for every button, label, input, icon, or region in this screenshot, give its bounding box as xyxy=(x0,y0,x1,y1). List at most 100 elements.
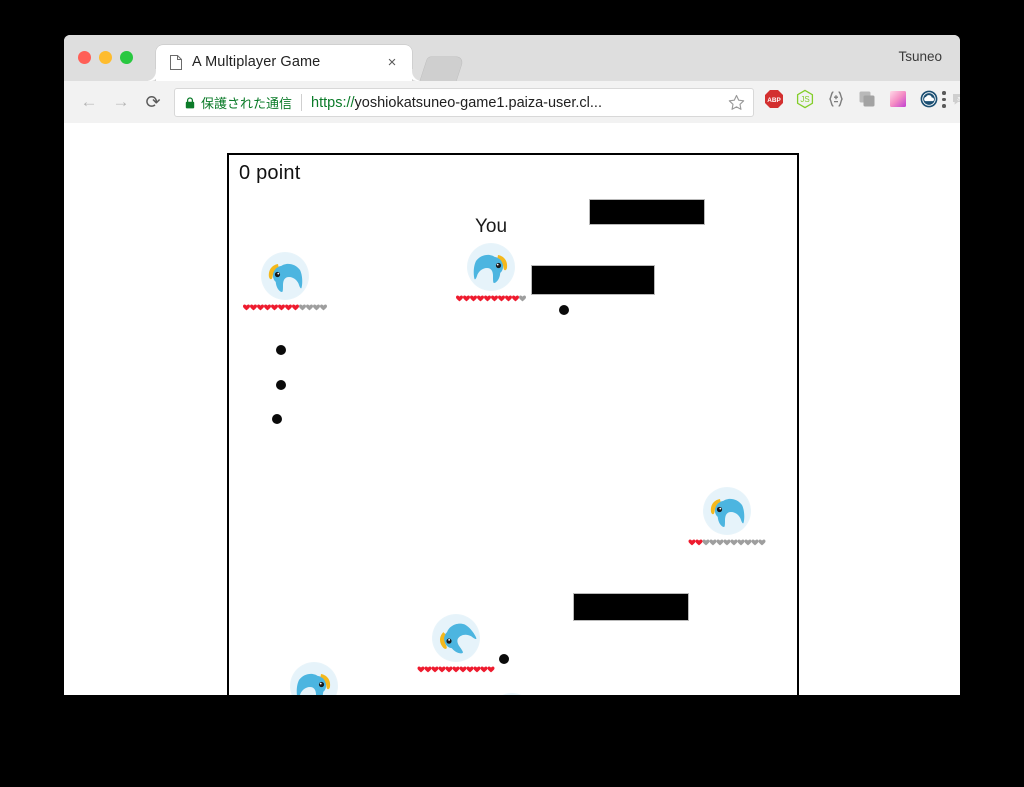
bullet-left-2 xyxy=(276,380,286,390)
bird-avatar-icon xyxy=(432,614,480,662)
heart-full-icon xyxy=(431,666,439,673)
url-scheme: https:// xyxy=(311,94,355,111)
heart-full-icon xyxy=(498,295,505,302)
tab-close-button[interactable]: × xyxy=(384,55,400,71)
menu-dot xyxy=(942,104,946,108)
heart-empty-icon xyxy=(313,304,320,311)
heart-empty-icon xyxy=(730,539,738,546)
bullet-left-1 xyxy=(276,345,286,355)
three-dots-icon[interactable] xyxy=(942,91,946,111)
player-you: You xyxy=(456,216,526,302)
heart-full-icon xyxy=(473,666,481,673)
heart-full-icon xyxy=(512,295,519,302)
health-bar xyxy=(243,304,327,311)
heart-empty-icon xyxy=(716,539,724,546)
bullet-mid-top xyxy=(559,305,569,315)
heart-full-icon xyxy=(264,304,271,311)
page-viewport: 0 point You xyxy=(64,123,960,695)
platform-lower-right xyxy=(573,593,689,621)
player-name-label: You xyxy=(474,216,508,237)
heart-full-icon xyxy=(459,666,467,673)
heart-full-icon xyxy=(417,666,425,673)
heart-empty-icon xyxy=(751,539,759,546)
bullet-left-3 xyxy=(272,414,282,424)
player-right xyxy=(688,487,766,546)
heart-full-icon xyxy=(278,304,285,311)
heart-empty-icon xyxy=(702,539,710,546)
url-host-path: yoshiokatsuneo-game1.paiza-user.cl... xyxy=(354,94,602,111)
nodejs-icon[interactable]: JS xyxy=(795,89,815,109)
health-bar xyxy=(456,295,526,302)
secure-connection-label: 保護された通信 xyxy=(201,96,293,111)
heart-full-icon xyxy=(452,666,460,673)
page-icon xyxy=(170,55,182,70)
browser-window: A Multiplayer Game × Tsuneo ← → ⟳ 保護された通… xyxy=(64,35,960,695)
heart-empty-icon xyxy=(519,295,526,302)
heart-full-icon xyxy=(250,304,257,311)
heart-full-icon xyxy=(487,666,495,673)
star-icon[interactable] xyxy=(728,94,745,111)
chat-bubble-icon[interactable]: a xyxy=(950,89,960,109)
heart-full-icon xyxy=(292,304,299,311)
heart-empty-icon xyxy=(758,539,766,546)
close-window-button[interactable] xyxy=(78,51,91,64)
back-button[interactable]: ← xyxy=(76,89,102,115)
bird-avatar-icon xyxy=(488,693,536,695)
copy-tabs-icon[interactable] xyxy=(857,89,877,109)
heart-full-icon xyxy=(456,295,463,302)
menu-dot xyxy=(942,91,946,95)
heart-full-icon xyxy=(484,295,491,302)
heart-empty-icon xyxy=(320,304,327,311)
heart-full-icon xyxy=(271,304,278,311)
menu-dot xyxy=(942,97,946,101)
svg-text:ABP: ABP xyxy=(767,97,781,104)
omnibox-divider xyxy=(301,94,303,111)
tab-strip: A Multiplayer Game × Tsuneo xyxy=(64,35,960,81)
platform-upper-mid xyxy=(531,265,655,295)
heart-full-icon xyxy=(463,295,470,302)
profile-name[interactable]: Tsuneo xyxy=(898,49,942,64)
bird-avatar-icon xyxy=(261,252,309,300)
platform-top-right xyxy=(589,199,705,225)
heart-full-icon xyxy=(424,666,432,673)
forward-button[interactable]: → xyxy=(108,89,134,115)
adblock-plus-icon[interactable]: ABP xyxy=(764,89,784,109)
bird-avatar-icon xyxy=(467,243,515,291)
extensions-bar: ABP JS a xyxy=(764,89,960,109)
heart-empty-icon xyxy=(709,539,717,546)
heart-full-icon xyxy=(477,295,484,302)
heart-full-icon xyxy=(257,304,264,311)
browser-toolbar: ← → ⟳ 保護された通信 https://yoshiokatsuneo-gam… xyxy=(64,81,960,124)
cloud-badge-icon[interactable] xyxy=(919,89,939,109)
player-left-lower xyxy=(290,662,338,695)
minimize-window-button[interactable] xyxy=(99,51,112,64)
game-canvas[interactable]: 0 point You xyxy=(227,153,799,695)
address-bar[interactable]: 保護された通信 https://yoshiokatsuneo-game1.pai… xyxy=(174,88,754,117)
player-center-mid xyxy=(417,614,495,673)
heart-full-icon xyxy=(505,295,512,302)
tab-title: A Multiplayer Game xyxy=(192,54,321,70)
json-formatter-icon[interactable] xyxy=(826,89,846,109)
url-text: https://yoshiokatsuneo-game1.paiza-user.… xyxy=(311,95,602,111)
player-left-upper xyxy=(243,252,327,311)
player-bottom-mid xyxy=(488,693,536,695)
bullet-bottom xyxy=(499,654,509,664)
heart-full-icon xyxy=(466,666,474,673)
heart-full-icon xyxy=(445,666,453,673)
heart-full-icon xyxy=(480,666,488,673)
heart-full-icon xyxy=(285,304,292,311)
reload-button[interactable]: ⟳ xyxy=(140,89,166,115)
health-bar xyxy=(417,666,495,673)
svg-text:a: a xyxy=(957,96,960,103)
browser-tab-active[interactable]: A Multiplayer Game × xyxy=(144,45,424,81)
gradient-tile-icon[interactable] xyxy=(888,89,908,109)
heart-empty-icon xyxy=(299,304,306,311)
heart-full-icon xyxy=(688,539,696,546)
health-bar xyxy=(688,539,766,546)
heart-full-icon xyxy=(470,295,477,302)
svg-text:JS: JS xyxy=(800,95,809,104)
maximize-window-button[interactable] xyxy=(120,51,133,64)
new-tab-button[interactable] xyxy=(420,57,464,81)
heart-empty-icon xyxy=(744,539,752,546)
lock-icon xyxy=(185,96,195,108)
